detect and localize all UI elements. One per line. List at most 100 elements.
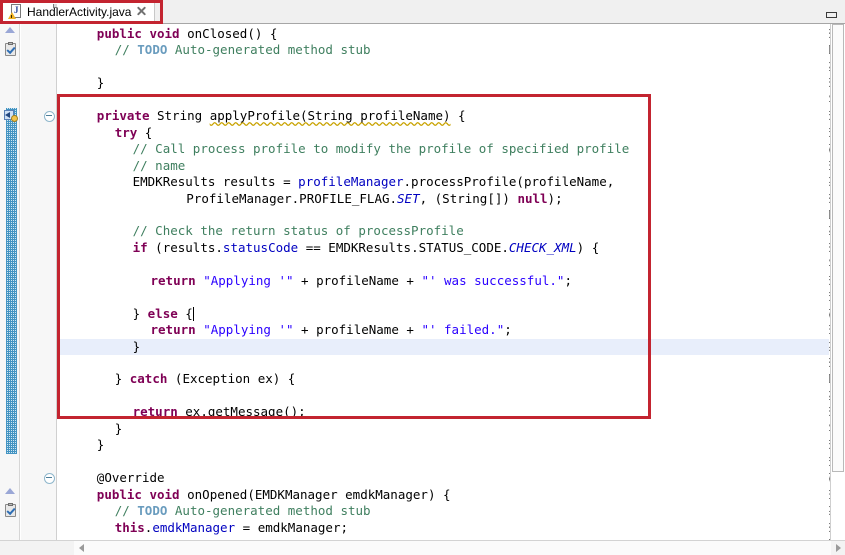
code-token: CHECK_XML <box>509 240 577 255</box>
code-token: EMDKResults results = <box>133 174 299 189</box>
code-line[interactable]: @Override <box>97 470 165 486</box>
method-override-key-icon[interactable] <box>2 109 18 124</box>
code-token: } <box>97 437 105 452</box>
scroll-left-arrow-icon[interactable] <box>74 541 88 555</box>
code-token: profileManager <box>298 174 403 189</box>
code-token: "Applying '" <box>203 273 293 288</box>
code-line[interactable]: if (results.statusCode == EMDKResults.ST… <box>133 240 600 256</box>
scrollbar-track[interactable] <box>74 541 831 555</box>
code-token: Auto-generated method stub <box>167 42 370 57</box>
code-line[interactable]: try { <box>115 125 153 141</box>
code-token: applyProfile(String profileName) <box>210 108 451 123</box>
code-editor[interactable]: 6061626364656667686970717273747576777879… <box>0 24 845 555</box>
code-token: TODO <box>137 42 167 57</box>
code-line[interactable]: return "Applying '" + profileName + "' f… <box>151 322 512 338</box>
current-line-highlight <box>58 339 829 355</box>
code-surface[interactable]: public void onClosed() {// TODO Auto-gen… <box>58 24 829 540</box>
task-checked-icon[interactable] <box>2 504 18 519</box>
code-token: { <box>137 125 152 140</box>
code-token: String <box>149 108 209 123</box>
code-token: ; <box>564 273 572 288</box>
editor-tab-bar: J HandlerActivity.java <box>0 0 845 24</box>
code-token: public <box>97 487 142 502</box>
code-line[interactable]: } <box>115 421 123 437</box>
code-token: return <box>133 404 178 419</box>
code-token: .processProfile(profileName, <box>404 174 615 189</box>
restore-icon[interactable] <box>823 4 839 18</box>
code-token: // <box>115 42 138 57</box>
text-caret <box>193 307 194 321</box>
code-line[interactable]: // name <box>133 158 186 174</box>
code-token: TODO <box>137 503 167 518</box>
scroll-thumb[interactable] <box>832 24 844 472</box>
code-token: // Check the return status of processPro… <box>133 223 464 238</box>
code-token: private <box>97 108 150 123</box>
code-line[interactable]: return ex.getMessage(); <box>133 404 306 420</box>
code-token: ProfileManager.PROFILE_FLAG. <box>186 191 397 206</box>
code-line[interactable]: // Check the return status of processPro… <box>133 223 464 239</box>
code-token: // <box>115 503 138 518</box>
code-line[interactable]: return "Applying '" + profileName + "' w… <box>151 273 572 289</box>
code-token: == EMDKResults.STATUS_CODE. <box>298 240 509 255</box>
code-token: (results. <box>148 240 223 255</box>
code-token: } <box>97 75 105 90</box>
code-line[interactable]: public void onOpened(EMDKManager emdkMan… <box>97 487 451 503</box>
task-checked-icon[interactable] <box>2 43 18 58</box>
code-token: Auto-generated method stub <box>167 503 370 518</box>
code-line[interactable]: public void onClosed() { <box>97 26 278 42</box>
code-line[interactable]: private String applyProfile(String profi… <box>97 108 466 124</box>
code-token: "' failed." <box>421 322 504 337</box>
vertical-overview-ruler[interactable] <box>830 24 845 540</box>
code-line[interactable]: } catch (Exception ex) { <box>115 371 296 387</box>
code-token: return <box>151 322 196 337</box>
code-line[interactable]: // TODO Auto-generated method stub <box>115 503 371 519</box>
fold-collapse-icon[interactable] <box>44 111 55 122</box>
code-line[interactable]: EMDKResults results = profileManager.pro… <box>133 174 615 190</box>
code-line[interactable]: // Call process profile to modify the pr… <box>133 141 630 157</box>
code-token: "Applying '" <box>203 322 293 337</box>
code-token: ); <box>548 191 563 206</box>
close-icon[interactable] <box>136 6 147 17</box>
code-token: // Call process profile to modify the pr… <box>133 141 630 156</box>
scroll-right-arrow-icon[interactable] <box>831 541 845 555</box>
code-token: ex.getMessage(); <box>178 404 306 419</box>
code-line[interactable]: this.emdkManager = emdkManager; <box>115 520 348 536</box>
code-line[interactable]: ProfileManager.PROFILE_FLAG.SET, (String… <box>186 191 562 207</box>
code-token: onClosed() { <box>180 26 278 41</box>
code-token: @Override <box>97 470 165 485</box>
code-token: onOpened(EMDKManager emdkManager) { <box>180 487 451 502</box>
fold-collapse-icon[interactable] <box>44 473 55 484</box>
code-token: ; <box>504 322 512 337</box>
code-token: + profileName + <box>294 322 422 337</box>
code-token: void <box>149 487 179 502</box>
code-token: emdkManager <box>152 520 235 535</box>
code-token: SET <box>397 191 420 206</box>
code-line[interactable]: } <box>97 75 105 91</box>
collapse-triangle-icon[interactable] <box>2 27 18 42</box>
code-token: statusCode <box>223 240 298 255</box>
code-token: // name <box>133 158 186 173</box>
code-token: { <box>451 108 466 123</box>
editor-tab-handleractivity[interactable]: J HandlerActivity.java <box>2 0 155 23</box>
java-file-icon: J <box>9 4 22 19</box>
code-token: if <box>133 240 148 255</box>
code-token: } <box>133 339 141 354</box>
code-token: return <box>151 273 196 288</box>
code-line[interactable]: // TODO Auto-generated method stub <box>115 42 371 58</box>
code-token: null <box>517 191 547 206</box>
code-token: else <box>148 306 178 321</box>
editor-tab-label: HandlerActivity.java <box>27 5 131 19</box>
code-line[interactable]: } else { <box>133 306 193 322</box>
code-token: catch <box>130 371 168 386</box>
code-token: public <box>97 26 142 41</box>
code-token: = emdkManager; <box>235 520 348 535</box>
code-token: "' was successful." <box>421 273 564 288</box>
horizontal-scrollbar[interactable] <box>0 540 845 555</box>
code-line[interactable]: } <box>97 437 105 453</box>
code-token: this <box>115 520 145 535</box>
collapse-triangle-icon[interactable] <box>2 488 18 503</box>
code-token: (Exception ex) { <box>167 371 295 386</box>
change-indicator-bar <box>6 108 17 453</box>
code-line[interactable]: } <box>133 339 141 355</box>
code-token: , (String[]) <box>420 191 518 206</box>
